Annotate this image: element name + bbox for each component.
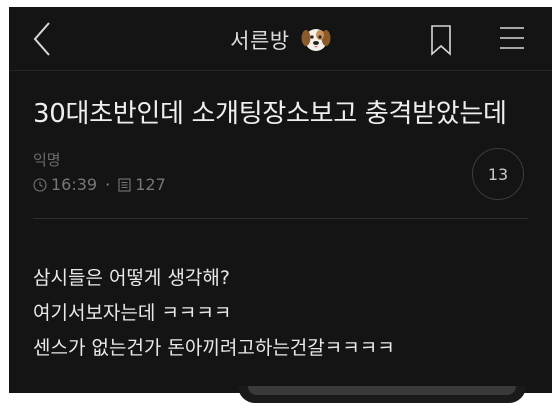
bookmark-icon[interactable]	[429, 24, 453, 56]
embedded-image-edge	[238, 386, 526, 403]
app-screen: 서른방 30대초반인데 소개팅장소보고 충격받았는데 익명 16:39 · 12…	[9, 7, 552, 393]
board-title: 서른방	[9, 25, 552, 55]
clock-icon	[33, 177, 47, 192]
puppy-emoji-icon	[301, 29, 331, 51]
board-title-text: 서른방	[230, 29, 290, 53]
menu-icon[interactable]	[499, 26, 525, 50]
meta-separator: ·	[105, 175, 111, 194]
embedded-image-inner	[248, 386, 516, 395]
post-author: 익명	[33, 151, 61, 169]
post-body-line: 센스가 없는건가 돈아끼려고하는건갈ㅋㅋㅋㅋ	[33, 337, 395, 359]
post-time: 16:39	[51, 175, 98, 194]
post-body-line: 여기서보자는데 ㅋㅋㅋㅋ	[33, 302, 232, 324]
post-body: 삼시들은 어떻게 생각해? 여기서보자는데 ㅋㅋㅋㅋ 센스가 없는건가 돈아끼려…	[33, 261, 395, 366]
post-title: 30대초반인데 소개팅장소보고 충격받았는데	[33, 99, 507, 129]
post-views: 127	[135, 175, 166, 194]
divider	[33, 218, 528, 219]
views-icon	[118, 177, 131, 192]
post-meta: 16:39 · 127	[33, 175, 166, 194]
comment-count-button[interactable]: 13	[472, 148, 524, 200]
post-body-line: 삼시들은 어떻게 생각해?	[33, 267, 230, 289]
top-bar: 서른방	[9, 7, 552, 71]
comment-count: 13	[487, 164, 509, 184]
